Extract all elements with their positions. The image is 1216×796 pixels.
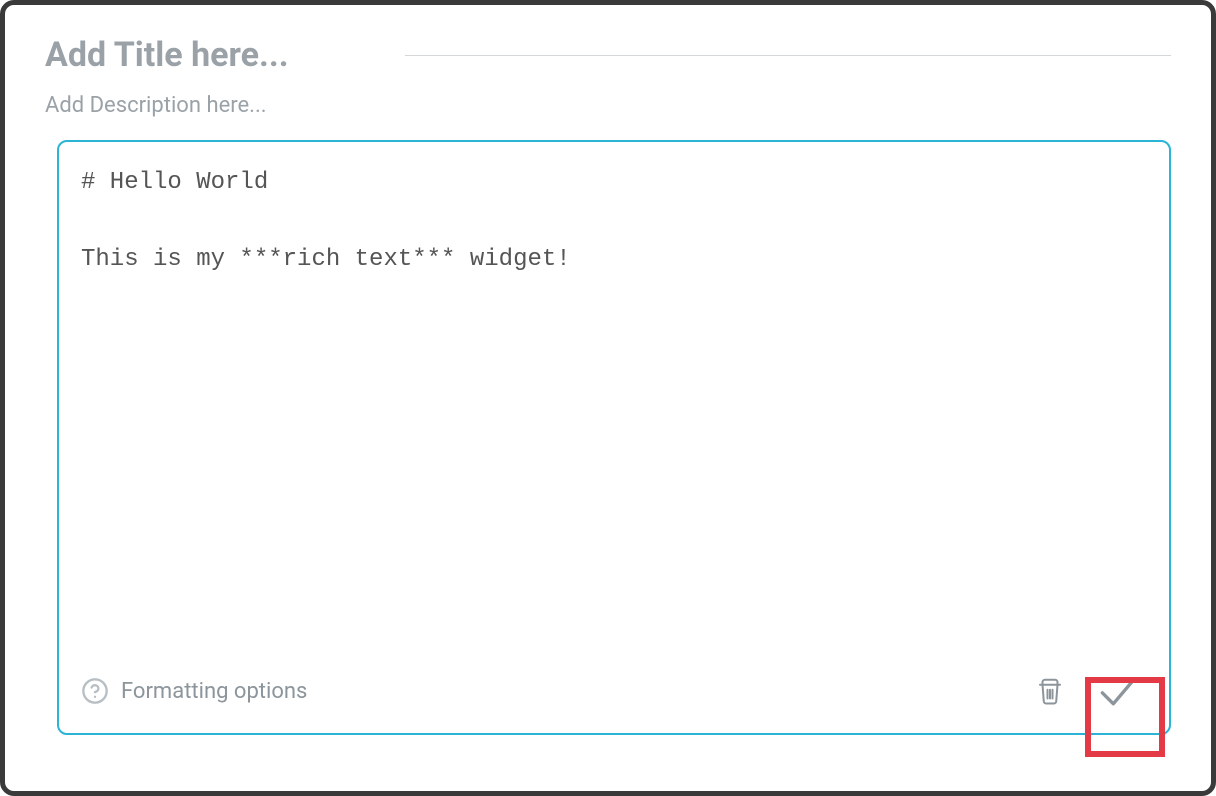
trash-icon [1035,676,1065,706]
footer-left: Formatting options [81,677,307,705]
editor-footer: Formatting options [81,651,1147,721]
title-divider [405,55,1171,56]
markdown-editor: Formatting options [57,140,1171,735]
title-row [45,35,1171,75]
description-input[interactable] [45,93,1171,118]
delete-button[interactable] [1031,672,1069,710]
confirm-button[interactable] [1087,661,1147,721]
widget-editor-panel: Formatting options [0,0,1216,796]
help-circle-icon[interactable] [81,677,109,705]
footer-right [1031,661,1147,721]
formatting-options-link[interactable]: Formatting options [121,679,307,704]
editor-textarea[interactable] [81,164,1147,651]
title-input[interactable] [45,35,395,75]
check-icon [1095,669,1139,713]
